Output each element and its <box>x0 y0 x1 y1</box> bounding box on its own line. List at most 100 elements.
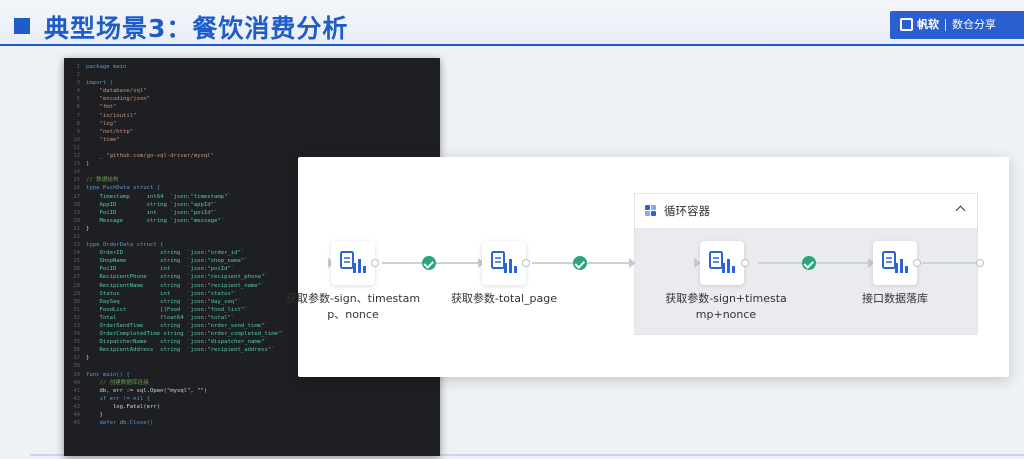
data-transform-icon <box>491 251 517 273</box>
code-line: 25 ShopName string `json:"shop_name"` <box>64 257 285 265</box>
code-text: Message string `json:"message"` <box>86 217 225 224</box>
code-line: 31 FoodList []Food `json:"food_list"` <box>64 306 285 314</box>
code-line: 36 RecipientAddress string `json:"recipi… <box>64 346 285 354</box>
flow-node-2[interactable] <box>482 241 526 285</box>
line-number: 7 <box>76 112 80 119</box>
output-port[interactable] <box>371 259 379 267</box>
loop-icon <box>645 205 656 216</box>
code-line: 2 <box>64 71 285 79</box>
line-number: 21 <box>73 225 80 232</box>
code-text: "fmt" <box>86 104 117 111</box>
data-transform-icon <box>709 251 735 273</box>
output-port[interactable] <box>522 259 530 267</box>
code-text: OrderID string `json:"order_id"` <box>86 250 245 257</box>
slide-title: 典型场景3：餐饮消费分析 <box>44 14 349 43</box>
code-line: 44 } <box>64 411 285 419</box>
line-number: 9 <box>76 128 80 135</box>
success-check-icon <box>802 256 816 270</box>
line-number: 28 <box>73 282 80 289</box>
code-line: 4 "database/sql" <box>64 87 285 95</box>
line-number: 19 <box>73 209 80 216</box>
code-line: 12 _ "github.com/go-sql-driver/mysql" <box>64 152 285 160</box>
line-number: 23 <box>73 242 80 249</box>
line-number: 8 <box>76 120 80 127</box>
code-line: 3 import ( <box>64 79 285 87</box>
line-number: 3 <box>76 80 80 87</box>
code-line: 11 <box>64 144 285 152</box>
output-port[interactable] <box>741 259 749 267</box>
code-text: Timestamp int64 `json:"timestamp"` <box>86 193 231 200</box>
header-divider <box>0 44 1024 46</box>
title-marker <box>14 18 30 34</box>
code-line: 8 "log" <box>64 120 285 128</box>
code-text: DispatcherName string `json:"dispatcher_… <box>86 339 268 346</box>
code-line: 45 defer db.Close() <box>64 419 285 427</box>
flow-node-1-label: 获取参数-sign、timestamp、nonce <box>285 292 421 321</box>
flow-node-2-label: 获取参数-total_page <box>450 292 558 305</box>
code-line: 7 "io/ioutil" <box>64 112 285 120</box>
line-number: 20 <box>73 217 80 224</box>
line-number: 16 <box>73 185 80 192</box>
code-line: 29 Status int `json:"status"` <box>64 290 285 298</box>
code-line: 19 PoiID int `json:"poiId"` <box>64 209 285 217</box>
code-text: OrderSendTime string `json:"order_send_t… <box>86 323 268 329</box>
flow-node-1[interactable] <box>331 241 375 285</box>
code-line: 39 func main() { <box>64 371 285 379</box>
code-text: RecipientPhone string `json:"recipient_p… <box>86 274 268 281</box>
data-transform-icon <box>340 251 366 273</box>
flow-node-3[interactable] <box>700 241 744 285</box>
code-line: 16 type PushData struct { <box>64 184 285 192</box>
code-line: 21} <box>64 225 285 233</box>
code-text: "io/ioutil" <box>86 112 137 119</box>
brand-product: 数仓分享 <box>952 18 996 31</box>
code-text: ShopName string `json:"shop_name"` <box>86 258 248 265</box>
code-text: RecipientAddress string `json:"recipient… <box>86 347 275 354</box>
line-number: 5 <box>76 96 80 103</box>
line-number: 18 <box>73 201 80 208</box>
line-number: 37 <box>73 355 80 362</box>
data-load-icon <box>882 251 908 273</box>
collapse-chevron-icon[interactable] <box>955 203 967 215</box>
line-number: 2 <box>76 72 80 79</box>
code-line: 17 Timestamp int64 `json:"timestamp"` <box>64 193 285 201</box>
line-number: 25 <box>73 258 80 265</box>
brand-separator <box>945 19 946 31</box>
input-port <box>629 258 636 268</box>
loop-output-port[interactable] <box>976 259 984 267</box>
code-text: import ( <box>86 80 113 87</box>
code-line: 43 log.Fatal(err) <box>64 403 285 411</box>
code-line: 5 "encoding/json" <box>64 95 285 103</box>
output-port[interactable] <box>913 259 921 267</box>
loop-container-title: 循环容器 <box>664 204 710 218</box>
code-line: 9 "net/http" <box>64 128 285 136</box>
flow-node-4-label: 接口数据落库 <box>862 292 928 305</box>
code-text: if err != nil { <box>86 395 150 402</box>
line-number: 29 <box>73 290 80 297</box>
code-line: 22 <box>64 233 285 241</box>
code-lines: 1 package main 2 3 import (4 "database/sql" 5… <box>64 63 285 427</box>
code-text: func main() { <box>86 371 130 378</box>
code-line: 34 OrderCompletedTime string `json:"orde… <box>64 330 284 338</box>
line-number: 44 <box>73 412 80 419</box>
code-line: 26 PoiID int `json:"poiId"` <box>64 265 285 273</box>
code-text: _ "github.com/go-sql-driver/mysql" <box>86 153 214 160</box>
line-number: 12 <box>73 153 80 160</box>
code-line: 42 if err != nil { <box>64 395 285 403</box>
line-number: 32 <box>73 314 80 321</box>
code-line: 18 AppID string `json:"appId"` <box>64 201 285 209</box>
code-text: } <box>86 225 90 232</box>
line-number: 43 <box>73 403 80 410</box>
code-text: PoiID int `json:"poiId"` <box>86 266 235 273</box>
code-line: 23 type OrderData struct { <box>64 241 285 249</box>
code-text: log.Fatal(err) <box>86 403 161 410</box>
code-line: 40 // 创建数据库连接 <box>64 379 285 387</box>
code-line: 37} <box>64 354 285 362</box>
brand-badge: 帆软 数仓分享 <box>890 11 1024 39</box>
flow-canvas[interactable]: 循环容器 获取参数-sign、timestamp、nonce 获取参数-tota… <box>286 157 1009 377</box>
code-text: "log" <box>86 120 117 127</box>
code-text: defer db.Close() <box>86 420 154 427</box>
code-text: type PushData struct { <box>86 185 161 192</box>
flow-edge <box>922 262 978 264</box>
flow-node-4[interactable] <box>873 241 917 285</box>
code-line: 14 <box>64 168 285 176</box>
